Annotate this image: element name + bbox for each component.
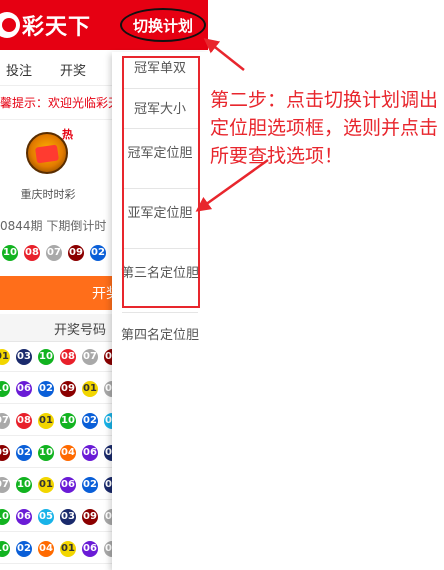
number-ball: 06 bbox=[60, 477, 76, 493]
number-ball: 02 bbox=[38, 381, 54, 397]
number-ball: 04 bbox=[60, 445, 76, 461]
number-ball: 02 bbox=[82, 477, 98, 493]
number-ball: 05 bbox=[38, 509, 54, 525]
game-tile-cqssc[interactable]: 热 重庆时时彩 bbox=[10, 126, 86, 206]
dropdown-item-fourth-place-position[interactable]: 第四名定位胆 bbox=[118, 326, 202, 346]
number-ball: 02 bbox=[82, 413, 98, 429]
number-ball: 09 bbox=[82, 509, 98, 525]
annotation-text: 第二步：点击切换计划调出定位胆选项框，选则并点击所要查找选项！ bbox=[210, 89, 439, 167]
switch-plan-highlight-ellipse bbox=[120, 8, 206, 42]
number-ball: 02 bbox=[16, 541, 32, 557]
logo: 彩天下 bbox=[0, 8, 91, 42]
number-ball: 06 bbox=[16, 509, 32, 525]
number-ball: 01 bbox=[38, 413, 54, 429]
number-ball: 03 bbox=[16, 349, 32, 365]
number-ball: 08 bbox=[60, 349, 76, 365]
number-ball: 01 bbox=[0, 349, 10, 365]
number-ball: 08 bbox=[24, 245, 40, 261]
number-ball: 06 bbox=[16, 381, 32, 397]
number-ball: 03 bbox=[60, 509, 76, 525]
number-ball: 10 bbox=[60, 413, 76, 429]
number-ball: 07 bbox=[82, 349, 98, 365]
number-ball: 10 bbox=[0, 381, 10, 397]
number-ball: 10 bbox=[2, 245, 18, 261]
dropdown-divider bbox=[122, 312, 198, 313]
app-screen: 彩天下 切换计划 投注 开奖 馨提示：欢迎光临彩天下 点击优 热 重庆时时彩 0… bbox=[0, 0, 208, 570]
number-ball: 10 bbox=[38, 349, 54, 365]
logo-text: 彩天下 bbox=[22, 15, 92, 40]
history-column-title: 开奖号码 bbox=[54, 323, 107, 338]
logo-mark-icon bbox=[0, 12, 20, 38]
number-ball: 07 bbox=[0, 413, 10, 429]
number-ball: 06 bbox=[82, 445, 98, 461]
number-ball: 06 bbox=[82, 541, 98, 557]
number-ball: 02 bbox=[16, 445, 32, 461]
hot-badge: 热 bbox=[62, 128, 73, 141]
number-ball: 10 bbox=[0, 541, 10, 557]
header-bar: 彩天下 切换计划 bbox=[0, 0, 208, 50]
number-ball: 04 bbox=[38, 541, 54, 557]
dropdown-highlight-frame bbox=[122, 56, 200, 308]
number-ball: 10 bbox=[16, 477, 32, 493]
number-ball: 09 bbox=[60, 381, 76, 397]
number-ball: 07 bbox=[0, 477, 10, 493]
nav-item-bet[interactable]: 投注 bbox=[6, 60, 32, 79]
nav-item-results[interactable]: 开奖 bbox=[60, 60, 86, 79]
arrow-to-switch-plan-icon bbox=[203, 38, 245, 71]
number-ball: 07 bbox=[46, 245, 62, 261]
number-ball: 01 bbox=[60, 541, 76, 557]
number-ball: 01 bbox=[38, 477, 54, 493]
game-name: 重庆时时彩 bbox=[20, 188, 76, 201]
number-ball: 09 bbox=[0, 445, 10, 461]
number-ball: 01 bbox=[82, 381, 98, 397]
number-ball: 10 bbox=[38, 445, 54, 461]
number-ball: 08 bbox=[16, 413, 32, 429]
game-logo-badge-icon bbox=[34, 144, 60, 164]
number-ball: 02 bbox=[90, 245, 106, 261]
number-ball: 09 bbox=[68, 245, 84, 261]
number-ball: 10 bbox=[0, 509, 10, 525]
